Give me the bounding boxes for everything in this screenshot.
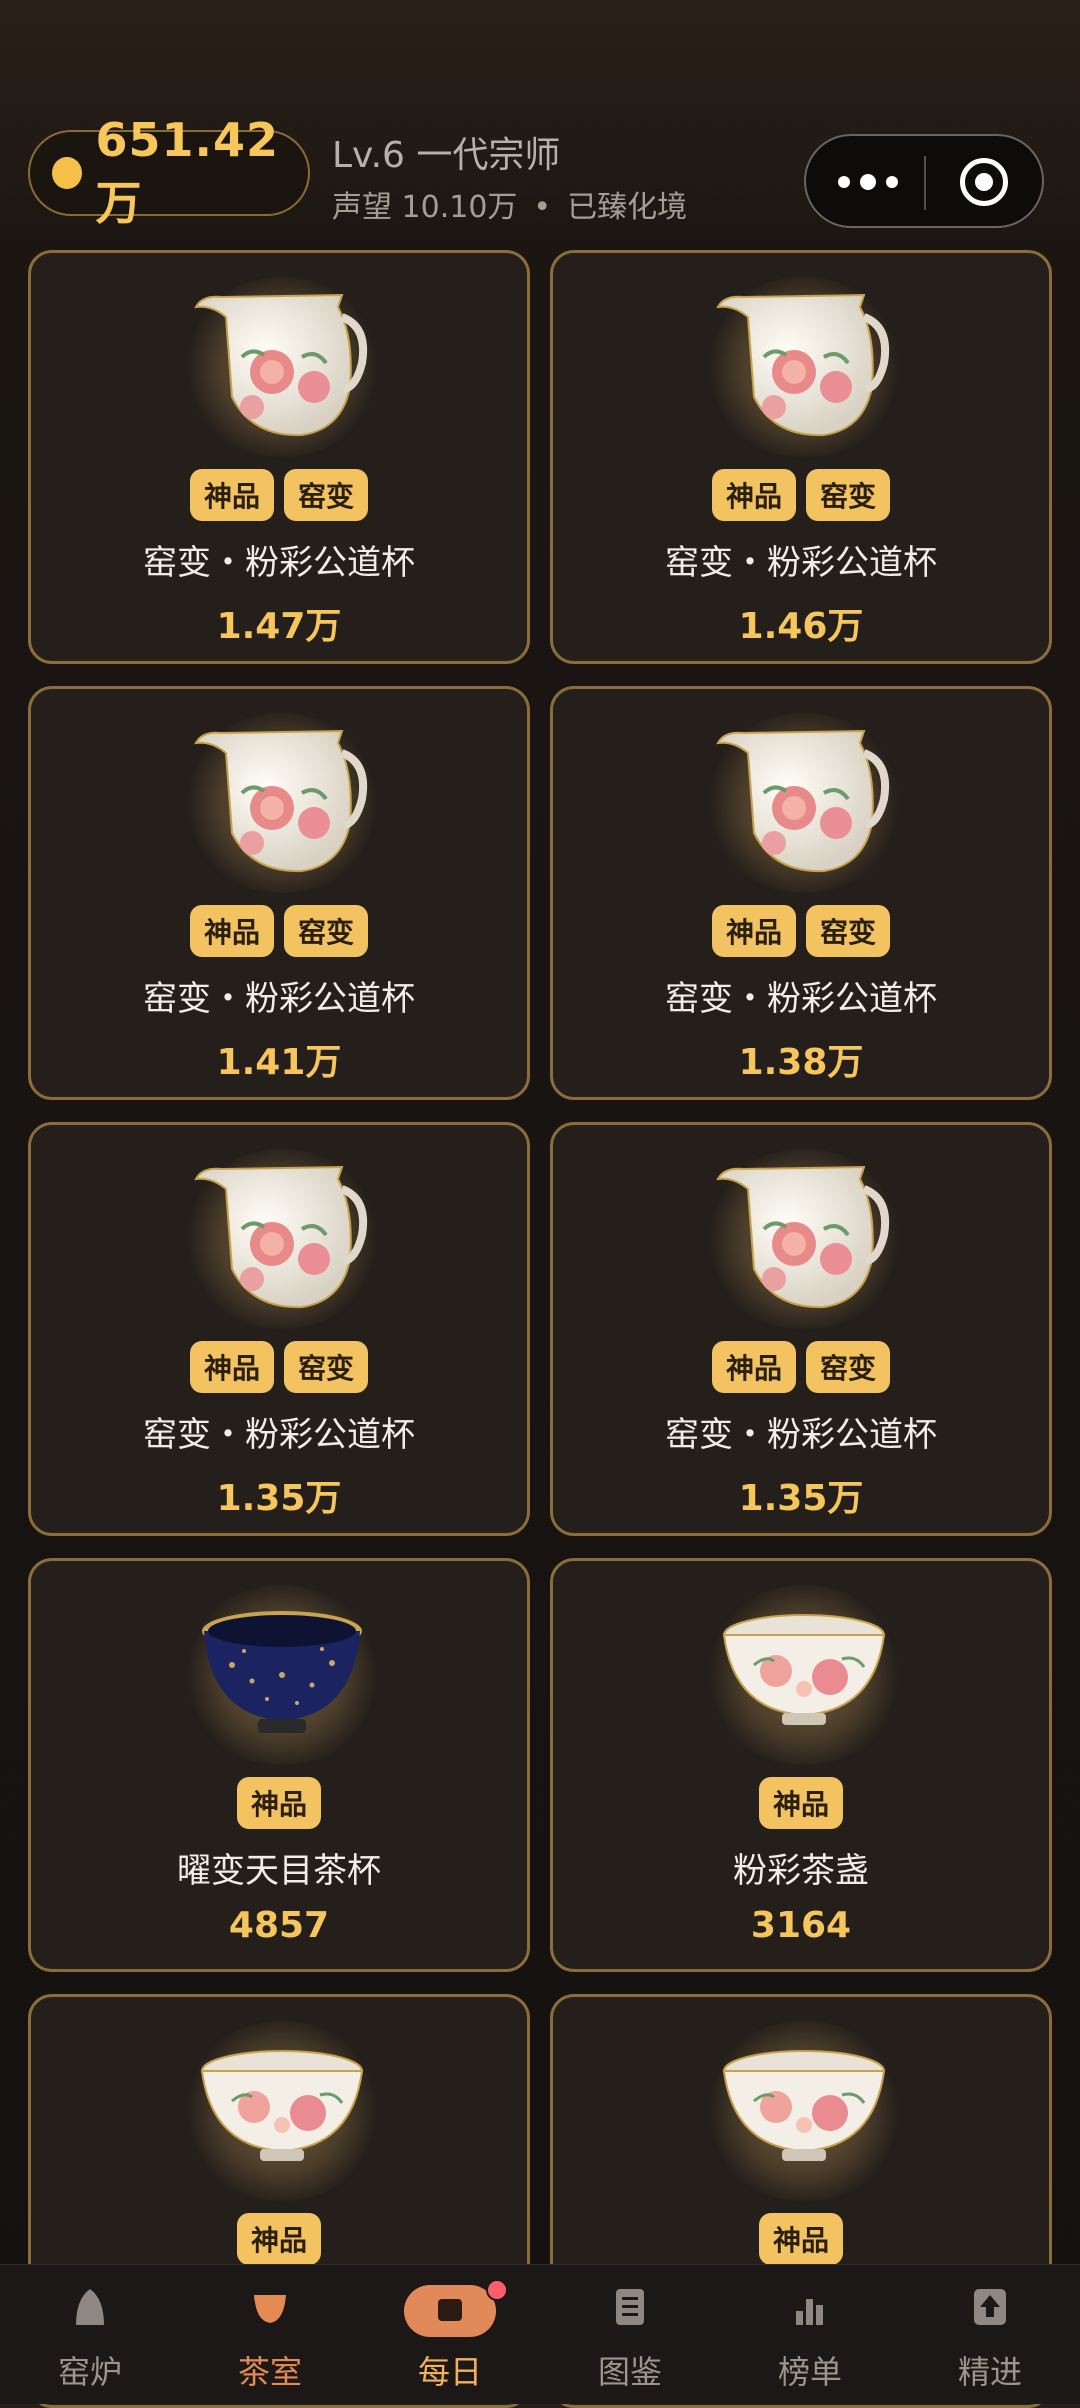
item-price: 1.38万 (738, 1042, 864, 1083)
rarity-tag: 窑变 (806, 1341, 891, 1393)
item-card[interactable]: 神品 窑变窑变・粉彩公道杯 1.41万 (28, 686, 530, 1100)
item-price: 3164 (750, 1905, 852, 1946)
item-card[interactable]: 神品 窑变窑变・粉彩公道杯 1.35万 (550, 1122, 1052, 1536)
coin-balance[interactable]: 651.42万 (28, 113, 310, 230)
tea-bowl-image (702, 1585, 906, 1765)
reputation-text: 声望 10.10万 (332, 190, 518, 225)
miniprogram-capsule (804, 134, 1044, 228)
item-name: 窑变・粉彩公道杯 (665, 1415, 937, 1455)
pitcher-image (702, 713, 906, 893)
rarity-tag: 神品 (189, 1341, 274, 1393)
pitcher-image (180, 277, 384, 457)
item-price: 1.47万 (216, 606, 342, 647)
item-tags: 神品 (31, 1777, 527, 1829)
realm-status: 已臻化境 (567, 190, 688, 225)
nav-label: 茶室 (237, 2353, 302, 2391)
item-tags: 神品 (553, 2213, 1049, 2265)
item-name: 窑变・粉彩公道杯 (665, 979, 937, 1019)
pitcher-image (702, 1149, 906, 1329)
catalog-icon (610, 2285, 650, 2329)
tea-bowl-image (702, 2021, 906, 2201)
coin-value: 651.42万 (95, 113, 280, 230)
more-menu-icon[interactable] (838, 164, 898, 200)
rarity-tag: 窑变 (284, 905, 369, 957)
daily-gift-icon (404, 2279, 508, 2337)
separator-dot: • (533, 190, 552, 225)
nav-label: 窑炉 (57, 2353, 122, 2391)
item-tags: 神品 窑变 (553, 905, 1049, 957)
nav-item-teacup[interactable]: 茶室 (180, 2265, 360, 2404)
item-card[interactable]: 神品粉彩茶盏 3164 (550, 1558, 1052, 1972)
item-price: 4857 (228, 1905, 330, 1946)
item-price: 1.35万 (216, 1478, 342, 1519)
item-price: 1.41万 (216, 1042, 342, 1083)
nav-item-daily-gift[interactable]: 每日 (360, 2265, 540, 2404)
item-card[interactable]: 神品 窑变窑变・粉彩公道杯 1.46万 (550, 250, 1052, 664)
item-tags: 神品 (31, 2213, 527, 2265)
item-name: 粉彩茶盏 (733, 1851, 869, 1891)
item-name: 窑变・粉彩公道杯 (143, 979, 415, 1019)
ranking-icon (790, 2285, 830, 2329)
item-tags: 神品 窑变 (553, 469, 1049, 521)
item-tags: 神品 窑变 (31, 1341, 527, 1393)
tea-bowl-image (180, 2021, 384, 2201)
rarity-tag: 窑变 (806, 905, 891, 957)
item-card[interactable]: 神品 窑变窑变・粉彩公道杯 1.47万 (28, 250, 530, 664)
item-card[interactable]: 神品 窑变窑变・粉彩公道杯 1.35万 (28, 1122, 530, 1536)
item-name: 窑变・粉彩公道杯 (143, 543, 415, 583)
item-card[interactable]: 神品曜变天目茶杯 4857 (28, 1558, 530, 1972)
rarity-tag: 神品 (236, 1777, 321, 1829)
coin-icon (52, 157, 82, 189)
item-name: 窑变・粉彩公道杯 (665, 543, 937, 583)
item-tags: 神品 窑变 (31, 469, 527, 521)
rarity-tag: 神品 (711, 905, 796, 957)
rarity-tag: 神品 (758, 1777, 843, 1829)
rarity-tag: 神品 (711, 1341, 796, 1393)
rarity-tag: 窑变 (284, 469, 369, 521)
item-name: 曜变天目茶杯 (177, 1851, 381, 1891)
pitcher-image (180, 713, 384, 893)
nav-item-catalog[interactable]: 图鉴 (540, 2265, 720, 2404)
item-card[interactable]: 神品 窑变窑变・粉彩公道杯 1.38万 (550, 686, 1052, 1100)
rarity-tag: 神品 (236, 2213, 321, 2265)
rarity-tag: 神品 (189, 469, 274, 521)
nav-label: 图鉴 (597, 2353, 662, 2391)
nav-item-ranking[interactable]: 榜单 (720, 2265, 900, 2404)
pitcher-image (702, 277, 906, 457)
player-level: Lv.6 一代宗师 (332, 135, 561, 176)
pitcher-image (180, 1149, 384, 1329)
notification-dot (486, 2279, 508, 2301)
rarity-tag: 神品 (711, 469, 796, 521)
item-price: 1.46万 (738, 606, 864, 647)
item-price: 1.35万 (738, 1478, 864, 1519)
kiln-icon (70, 2285, 110, 2329)
item-tags: 神品 窑变 (31, 905, 527, 957)
nav-label: 榜单 (777, 2353, 842, 2391)
nav-label: 精进 (957, 2353, 1022, 2391)
tenmoku-cup-image (180, 1585, 384, 1765)
rarity-tag: 神品 (758, 2213, 843, 2265)
item-tags: 神品 窑变 (553, 1341, 1049, 1393)
bottom-nav: 窑炉 茶室 每日 图鉴 榜单 精进 (0, 2264, 1080, 2404)
capsule-divider (924, 156, 926, 210)
player-subinfo: 声望 10.10万 • 已臻化境 (332, 182, 703, 226)
rarity-tag: 窑变 (284, 1341, 369, 1393)
nav-item-upgrade[interactable]: 精进 (900, 2265, 1080, 2404)
rarity-tag: 神品 (189, 905, 274, 957)
item-tags: 神品 (553, 1777, 1049, 1829)
close-target-icon[interactable] (960, 158, 1008, 206)
nav-item-kiln[interactable]: 窑炉 (0, 2265, 180, 2404)
top-bar: 651.42万 Lv.6 一代宗师 声望 10.10万 • 已臻化境 (0, 0, 1080, 240)
teacup-icon (250, 2285, 290, 2329)
nav-label: 每日 (417, 2353, 482, 2391)
rarity-tag: 窑变 (806, 469, 891, 521)
item-name: 窑变・粉彩公道杯 (143, 1415, 415, 1455)
upgrade-icon (970, 2285, 1010, 2329)
